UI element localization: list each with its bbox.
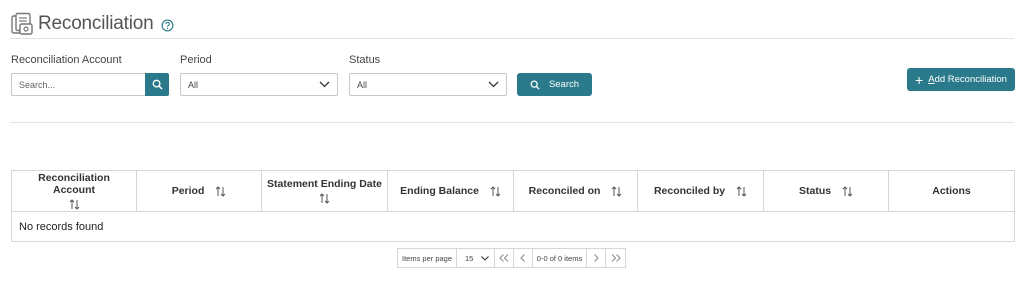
table-header-row: Reconciliation Account Period Statement … [11, 170, 1015, 212]
previous-page-button[interactable] [514, 249, 533, 267]
chevron-down-icon [488, 81, 499, 88]
search-button-label: Search [548, 79, 580, 90]
sort-icon [69, 199, 79, 210]
status-select[interactable]: All [349, 73, 507, 96]
period-select-value: All [188, 79, 199, 90]
period-select[interactable]: All [180, 73, 338, 96]
column-label: Status [798, 185, 832, 197]
column-label: Statement Ending Date [267, 178, 382, 190]
first-page-button[interactable] [495, 249, 514, 267]
column-header-reconciled-by[interactable]: Reconciled by [637, 170, 764, 212]
pagination: Items per page 15 0-0 of 0 items [397, 248, 626, 268]
page-size-value: 15 [465, 253, 474, 263]
table-row-empty: No records found [11, 211, 1015, 242]
chevron-right-icon [594, 254, 599, 262]
last-page-button[interactable] [606, 249, 625, 267]
column-label: Reconciled on [528, 185, 601, 197]
page-header: Reconciliation [10, 10, 174, 38]
empty-message: No records found [11, 211, 1015, 242]
column-header-statement-ending-date[interactable]: Statement Ending Date [261, 170, 388, 212]
page-title: Reconciliation [38, 13, 154, 34]
header-divider [10, 38, 1014, 39]
sort-icon [736, 186, 747, 197]
column-label: Reconciled by [653, 185, 726, 197]
column-label: Ending Balance [400, 185, 479, 197]
chevron-left-icon [520, 254, 525, 262]
search-icon [530, 80, 540, 90]
column-header-reconciled-on[interactable]: Reconciled on [513, 170, 638, 212]
chevron-down-icon [481, 255, 489, 261]
next-page-button[interactable] [587, 249, 606, 267]
column-header-status[interactable]: Status [763, 170, 889, 212]
page-size-select[interactable]: 15 [457, 249, 495, 267]
reconciliation-table: Reconciliation Account Period Statement … [11, 170, 1015, 242]
chevrons-left-icon [499, 254, 509, 262]
add-reconciliation-label: Add Reconciliation [928, 74, 1007, 85]
sort-icon [490, 186, 501, 197]
chevrons-right-icon [611, 254, 621, 262]
column-label: Actions [932, 185, 971, 197]
search-button[interactable]: Search [517, 73, 592, 96]
help-circle-icon[interactable] [161, 19, 174, 32]
plus-icon: + [915, 71, 924, 88]
items-per-page-label: Items per page [398, 249, 457, 267]
account-search-input[interactable] [11, 73, 145, 96]
section-divider [10, 122, 1014, 123]
sort-icon [842, 186, 853, 197]
pagination-range: 0-0 of 0 items [533, 249, 587, 267]
reconciliation-doc-icon [11, 12, 33, 35]
column-header-ending-balance[interactable]: Ending Balance [387, 170, 514, 212]
column-header-reconciliation-account[interactable]: Reconciliation Account [11, 170, 137, 212]
add-reconciliation-button[interactable]: + Add Reconciliation [907, 68, 1015, 91]
chevron-down-icon [319, 81, 330, 88]
column-header-period[interactable]: Period [136, 170, 262, 212]
status-select-value: All [357, 79, 368, 90]
status-filter-label: Status [349, 54, 381, 66]
account-filter-label: Reconciliation Account [11, 54, 122, 66]
account-search-button[interactable] [145, 73, 169, 96]
search-icon [152, 79, 163, 90]
sort-icon [611, 186, 622, 197]
period-filter-label: Period [180, 54, 212, 66]
column-label: Period [171, 185, 205, 197]
sort-icon [215, 186, 226, 197]
column-header-actions: Actions [888, 170, 1015, 212]
account-search-group [11, 73, 169, 96]
sort-icon [319, 193, 330, 204]
column-label: Reconciliation Account [38, 172, 110, 196]
